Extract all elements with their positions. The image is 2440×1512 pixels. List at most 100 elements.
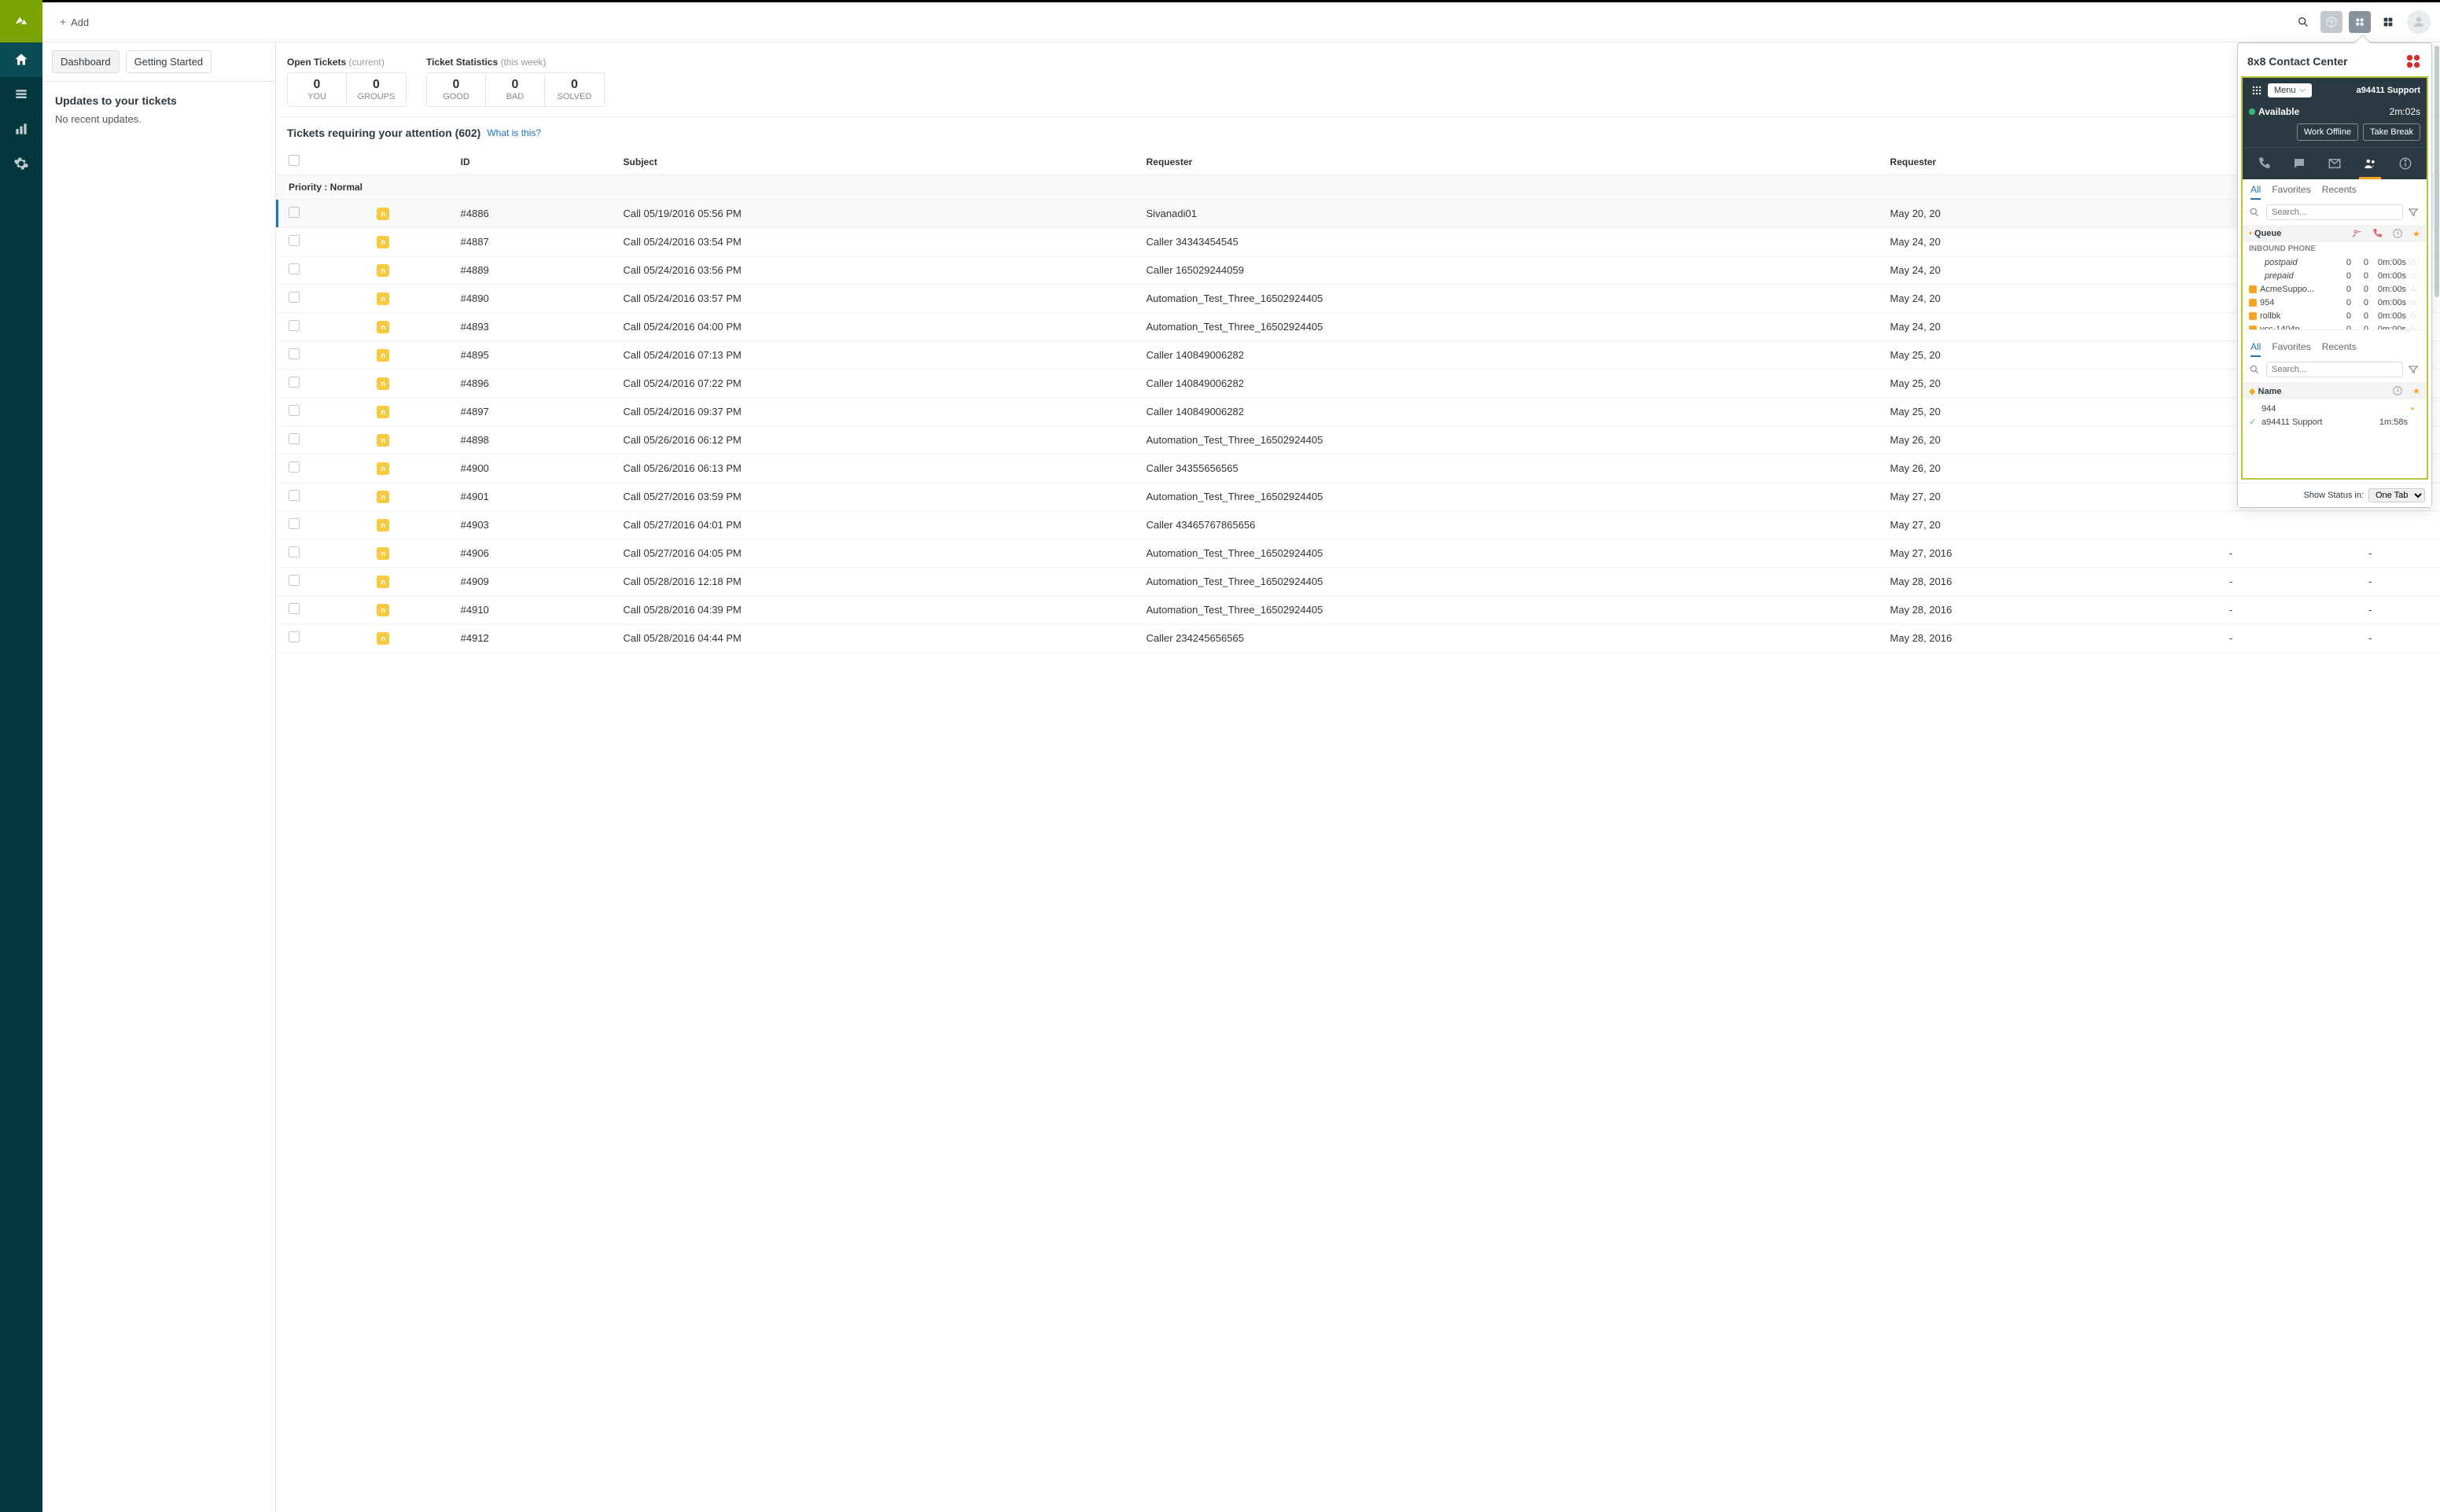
user-avatar[interactable]	[2407, 10, 2431, 34]
nav-settings-icon[interactable]	[0, 146, 42, 181]
tab-dashboard[interactable]: Dashboard	[52, 50, 120, 73]
agents-icon[interactable]	[2361, 154, 2379, 173]
work-offline-button[interactable]: Work Offline	[2297, 123, 2358, 141]
filter-icon[interactable]	[2408, 207, 2420, 218]
select-all-checkbox[interactable]	[289, 155, 300, 166]
row-checkbox[interactable]	[289, 546, 300, 557]
brand-logo[interactable]	[0, 0, 42, 42]
star-outline-icon[interactable]: ☆	[2409, 297, 2420, 307]
search-icon[interactable]	[2292, 11, 2314, 33]
product-box-icon[interactable]	[2320, 11, 2342, 33]
agent-remove-icon[interactable]	[2351, 228, 2362, 239]
ticket-row[interactable]: n#4889Call 05/24/2016 03:56 PMCaller 165…	[276, 256, 2440, 285]
star-icon[interactable]: ★	[2412, 229, 2420, 239]
nav-home-icon[interactable]	[0, 42, 42, 77]
agent-row[interactable]: •944▪	[2249, 403, 2420, 415]
row-checkbox[interactable]	[289, 235, 300, 246]
cc-tab-favorites-2[interactable]: Favorites	[2272, 341, 2310, 357]
ticket-row[interactable]: n#4890Call 05/24/2016 03:57 PMAutomation…	[276, 285, 2440, 313]
row-checkbox[interactable]	[289, 462, 300, 473]
cc-footer-label: Show Status in:	[2304, 491, 2364, 500]
row-checkbox[interactable]	[289, 377, 300, 388]
row-checkbox[interactable]	[289, 320, 300, 331]
phone-icon[interactable]	[2254, 154, 2273, 173]
ticket-row[interactable]: n#4903Call 05/27/2016 04:01 PMCaller 434…	[276, 511, 2440, 539]
stat-box[interactable]: 0SOLVED	[545, 73, 604, 106]
stat-box[interactable]: 0GROUPS	[347, 73, 406, 106]
ticket-row[interactable]: n#4895Call 05/24/2016 07:13 PMCaller 140…	[276, 341, 2440, 370]
star-outline-icon[interactable]: ☆	[2409, 270, 2420, 281]
cc-tab-recents-2[interactable]: Recents	[2322, 341, 2357, 357]
queue-row[interactable]: postpaid000m:00s☆	[2243, 256, 2427, 269]
ticket-row[interactable]: n#4893Call 05/24/2016 04:00 PMAutomation…	[276, 313, 2440, 341]
cc-tab-all-1[interactable]: All	[2250, 184, 2261, 200]
take-break-button[interactable]: Take Break	[2363, 123, 2420, 141]
apps-grid-icon[interactable]	[2377, 11, 2399, 33]
star-outline-icon[interactable]: ☆	[2409, 311, 2420, 321]
cc-tab-all-2[interactable]: All	[2250, 341, 2261, 357]
star-outline-icon[interactable]: ☆	[2409, 324, 2420, 330]
agent-row[interactable]: ✓a94411 Support1m:58s	[2249, 415, 2420, 429]
filter-icon[interactable]	[2408, 364, 2420, 375]
row-checkbox[interactable]	[289, 631, 300, 642]
ticket-row[interactable]: n#4886Call 05/19/2016 05:56 PMSivanadi01…	[276, 200, 2440, 228]
col-subject[interactable]: Subject	[616, 149, 1139, 175]
row-checkbox[interactable]	[289, 405, 300, 416]
queue-row[interactable]: rollbk000m:00s☆	[2243, 309, 2427, 322]
row-checkbox[interactable]	[289, 263, 300, 274]
ticket-row[interactable]: n#4909Call 05/28/2016 12:18 PMAutomation…	[276, 568, 2440, 596]
queue-row[interactable]: vcc-1404n000m:00s☆	[2243, 322, 2427, 330]
ticket-row[interactable]: n#4901Call 05/27/2016 03:59 PMAutomation…	[276, 483, 2440, 511]
star-icon[interactable]: ★	[2412, 386, 2420, 396]
star-outline-icon[interactable]: ☆	[2409, 257, 2420, 267]
queue-row[interactable]: 954000m:00s☆	[2243, 296, 2427, 309]
nav-views-icon[interactable]	[0, 77, 42, 112]
cc-tab-recents-1[interactable]: Recents	[2322, 184, 2357, 200]
info-icon[interactable]	[2396, 154, 2415, 173]
stat-box[interactable]: 0YOU	[288, 73, 347, 106]
cc-tab-favorites-1[interactable]: Favorites	[2272, 184, 2310, 200]
stat-box[interactable]: 0GOOD	[427, 73, 486, 106]
row-checkbox[interactable]	[289, 518, 300, 529]
mail-icon[interactable]	[2325, 154, 2344, 173]
queue-row[interactable]: AcmeSuppo...000m:00s☆	[2243, 282, 2427, 296]
col-requester-updated[interactable]: Requester	[1882, 149, 2162, 175]
cc-footer-select[interactable]: One Tab	[2368, 488, 2425, 502]
chat-icon[interactable]	[2290, 154, 2309, 173]
clock-icon[interactable]	[2392, 228, 2403, 239]
ticket-row[interactable]: n#4900Call 05/26/2016 06:13 PMCaller 343…	[276, 454, 2440, 483]
ticket-date: May 24, 20	[1882, 313, 2162, 341]
cc-search-input-1[interactable]	[2266, 204, 2403, 220]
ticket-row[interactable]: n#4906Call 05/27/2016 04:05 PMAutomation…	[276, 539, 2440, 568]
row-checkbox[interactable]	[289, 575, 300, 586]
row-checkbox[interactable]	[289, 207, 300, 218]
ticket-row[interactable]: n#4910Call 05/28/2016 04:39 PMAutomation…	[276, 596, 2440, 624]
star-outline-icon[interactable]: ☆	[2409, 284, 2420, 294]
cc-menu-button[interactable]: Menu	[2249, 83, 2312, 98]
ticket-row[interactable]: n#4912Call 05/28/2016 04:44 PMCaller 234…	[276, 624, 2440, 653]
row-checkbox[interactable]	[289, 348, 300, 359]
page-scrollbar[interactable]	[2434, 42, 2440, 1512]
phone-small-icon[interactable]	[2372, 228, 2383, 239]
what-is-this-link[interactable]: What is this?	[487, 127, 541, 138]
add-button[interactable]: Add	[52, 13, 95, 31]
col-requester[interactable]: Requester	[1139, 149, 1882, 175]
ticket-row[interactable]: n#4896Call 05/24/2016 07:22 PMCaller 140…	[276, 370, 2440, 398]
queue-name: postpaid	[2260, 258, 2334, 267]
row-checkbox[interactable]	[289, 292, 300, 303]
ticket-row[interactable]: n#4898Call 05/26/2016 06:12 PMAutomation…	[276, 426, 2440, 454]
ticket-row[interactable]: n#4897Call 05/24/2016 09:37 PMCaller 140…	[276, 398, 2440, 426]
queue-row[interactable]: prepaid000m:00s☆	[2243, 269, 2427, 282]
col-id[interactable]: ID	[453, 149, 616, 175]
app-8x8-icon[interactable]	[2349, 11, 2371, 33]
row-checkbox[interactable]	[289, 603, 300, 614]
stat-box[interactable]: 0BAD	[486, 73, 545, 106]
clock-icon[interactable]	[2392, 385, 2403, 396]
nav-reports-icon[interactable]	[0, 112, 42, 146]
row-checkbox[interactable]	[289, 433, 300, 444]
ticket-row[interactable]: n#4887Call 05/24/2016 03:54 PMCaller 343…	[276, 228, 2440, 256]
tab-getting-started[interactable]: Getting Started	[126, 50, 212, 73]
cc-search-input-2[interactable]	[2266, 362, 2403, 377]
row-checkbox[interactable]	[289, 490, 300, 501]
queue-name: prepaid	[2260, 271, 2334, 281]
